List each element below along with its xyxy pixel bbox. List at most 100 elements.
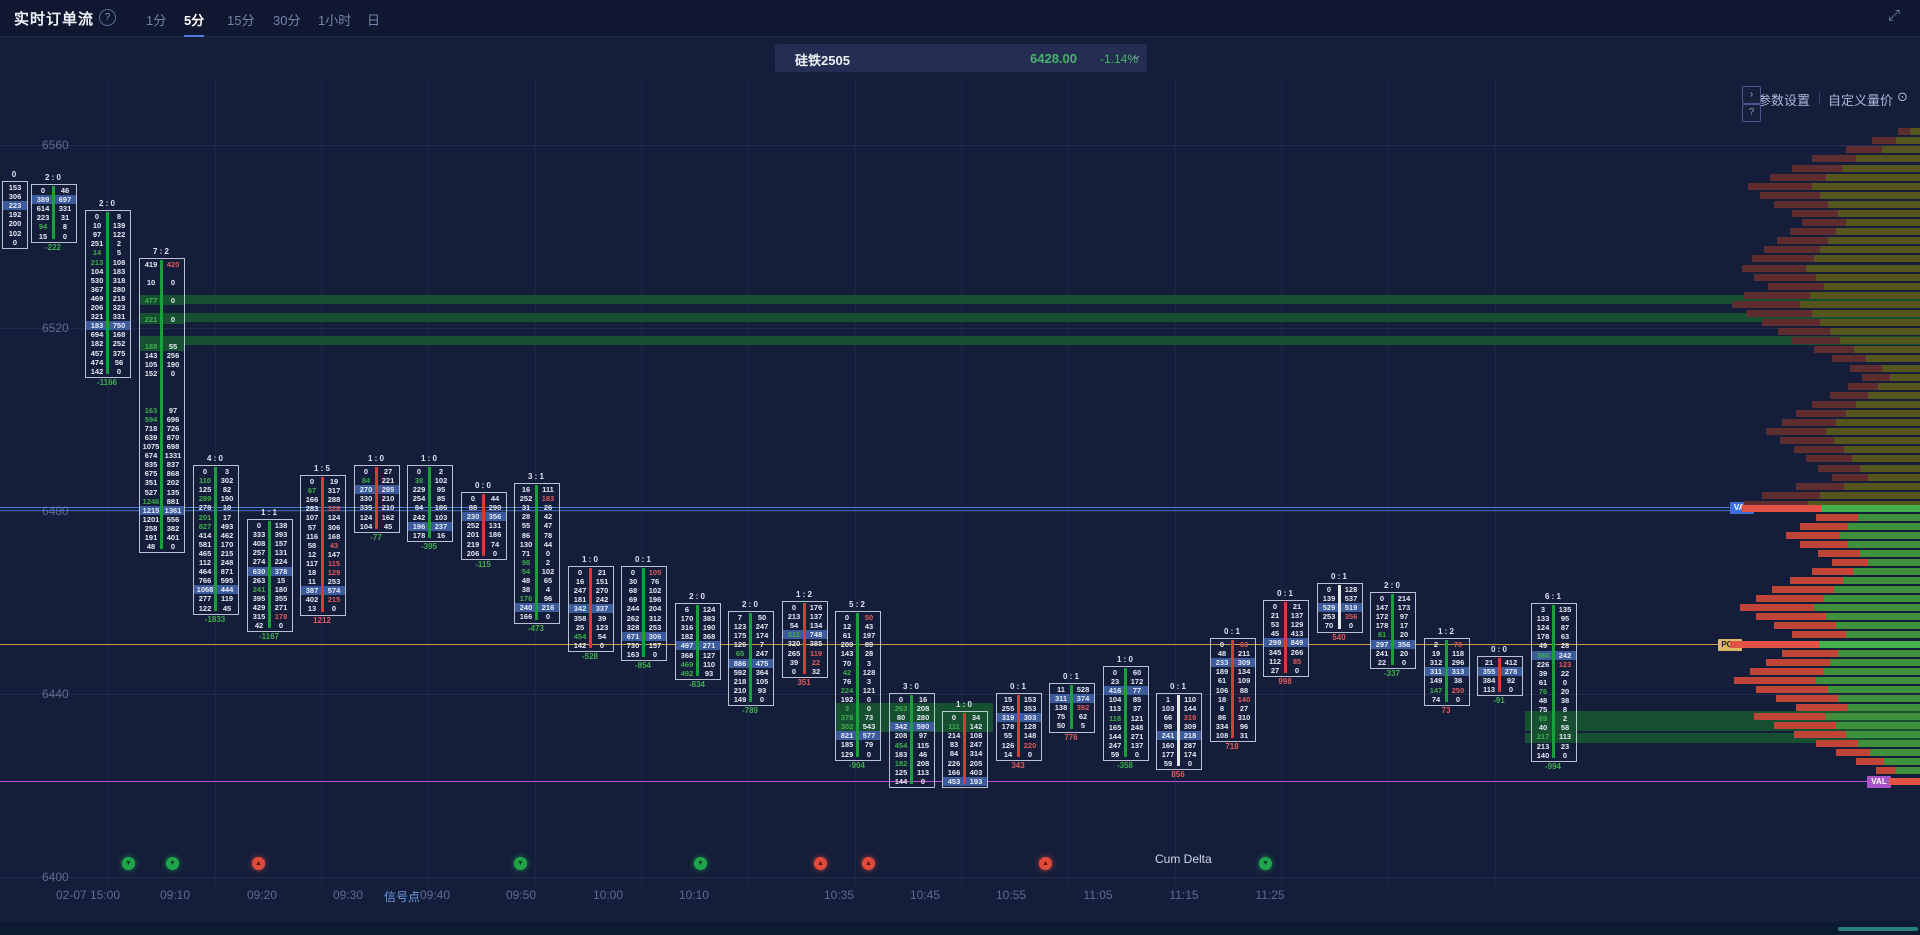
target-icon[interactable]: ⊙	[1897, 89, 1908, 105]
profile-bar-red	[1812, 401, 1856, 408]
ask-volume: 46	[54, 186, 76, 195]
signal-marker-up[interactable]: ▲	[252, 857, 265, 870]
ask-volume: 113	[912, 768, 934, 777]
tab-1hour[interactable]: 1小时	[318, 10, 351, 29]
profile-bar-green	[1868, 559, 1920, 566]
signal-marker-down[interactable]: ▼	[1259, 857, 1272, 870]
profile-bar-red	[1816, 740, 1858, 747]
ask-volume: 318	[108, 276, 130, 285]
column-delta-footer: 540	[1317, 633, 1361, 642]
ask-volume: 148	[1019, 731, 1041, 740]
ask-volume: 868	[162, 469, 184, 478]
ask-volume: 375	[108, 349, 130, 358]
profile-bar-green	[1820, 641, 1920, 648]
imbalance-header: 4 : 0	[193, 454, 237, 463]
ask-volume: 2	[430, 467, 452, 476]
delta-bar	[268, 521, 271, 628]
ask-volume: 73	[1447, 640, 1469, 649]
profile-bar-green	[1800, 301, 1920, 308]
custom-volume-price-button[interactable]: 自定义量价	[1828, 90, 1893, 109]
column-delta-footer: -473	[514, 624, 558, 633]
ask-volume: 26	[537, 503, 559, 512]
signal-point-label[interactable]: 信号点	[384, 888, 420, 905]
profile-bar-green	[1896, 137, 1920, 144]
panel-help-button[interactable]: ?	[1742, 104, 1761, 122]
ask-volume: 110	[698, 660, 720, 669]
profile-bar-red	[1832, 355, 1866, 362]
ask-volume: 205	[965, 759, 987, 768]
delta-bar	[1391, 594, 1394, 665]
profile-bar-green	[1826, 174, 1920, 181]
delta-bar	[856, 613, 859, 757]
column-delta-footer: -222	[31, 243, 75, 252]
tab-15min[interactable]: 15分	[227, 10, 254, 29]
ask-volume: 168	[323, 532, 345, 541]
params-settings-button[interactable]: 参数设置	[1758, 90, 1810, 109]
signal-marker-down[interactable]: ▼	[514, 857, 527, 870]
ask-volume: 31	[54, 213, 76, 222]
delta-bar	[482, 494, 485, 556]
ask-volume: 137	[805, 612, 827, 621]
signal-marker-down[interactable]: ▼	[694, 857, 707, 870]
profile-bar-red	[1782, 419, 1836, 426]
ask-volume: 180	[270, 585, 292, 594]
ask-volume: 0	[270, 621, 292, 630]
imbalance-header: 2 : 0	[675, 592, 719, 601]
ask-volume: 4	[537, 585, 559, 594]
tab-day[interactable]: 日	[367, 10, 380, 29]
profile-bar-red	[1742, 505, 1822, 512]
help-icon[interactable]: ?	[99, 9, 116, 26]
time-axis-label: 11:25	[1255, 888, 1284, 902]
signal-marker-down[interactable]: ▼	[166, 857, 179, 870]
horizontal-scrollbar[interactable]	[1838, 927, 1918, 931]
profile-bar-red	[1856, 758, 1884, 765]
chevron-down-icon[interactable]: ⌄	[1131, 47, 1142, 63]
ask-volume: 210	[377, 503, 399, 512]
fullscreen-icon[interactable]: ⤢	[1888, 7, 1900, 24]
imbalance-header: 5 : 2	[835, 600, 879, 609]
ask-volume: 115	[323, 559, 345, 568]
ask-volume: 331	[108, 312, 130, 321]
ask-volume: 221	[377, 476, 399, 485]
ask-volume: 314	[965, 749, 987, 758]
ask-volume: 119	[805, 649, 827, 658]
ask-volume: 93	[698, 669, 720, 678]
bid-volume: 306	[3, 192, 27, 201]
footprint-column[interactable]: 1533062231922001020	[2, 181, 28, 249]
ask-volume: 0	[1500, 685, 1522, 694]
tab-5min[interactable]: 5分	[184, 10, 204, 29]
ask-volume: 105	[644, 568, 666, 577]
ask-volume: 123	[591, 623, 613, 632]
profile-bar-red	[1832, 474, 1868, 481]
profile-bar-red	[1848, 383, 1878, 390]
symbol-selector[interactable]: 硅铁2505 6428.00 -1.14% ⌄	[775, 44, 1147, 72]
ask-volume: 382	[162, 524, 184, 533]
price-axis-label: 6400	[42, 870, 69, 884]
ask-volume: 356	[484, 512, 506, 521]
ask-volume: 95	[1554, 614, 1576, 623]
time-axis-label: 11:15	[1169, 888, 1198, 902]
ask-volume: 16	[430, 531, 452, 540]
ask-volume: 102	[430, 476, 452, 485]
column-delta-footer: 73	[1424, 706, 1468, 715]
ask-volume: 0	[1286, 666, 1308, 675]
tab-1min[interactable]: 1分	[146, 10, 166, 29]
tab-30min[interactable]: 30分	[273, 10, 300, 29]
ask-volume: 17	[216, 513, 238, 522]
time-gridline	[1281, 80, 1282, 886]
profile-bar-red	[1792, 337, 1840, 344]
expand-panel-button[interactable]: ›	[1742, 86, 1761, 104]
ask-volume: 256	[162, 351, 184, 360]
profile-bar-green	[1844, 483, 1920, 490]
signal-marker-up[interactable]: ▲	[1039, 857, 1052, 870]
ask-volume: 88	[1233, 686, 1255, 695]
profile-bar-red	[1760, 192, 1820, 199]
profile-bar-red	[1830, 392, 1868, 399]
ask-volume: 871	[216, 567, 238, 576]
signal-marker-up[interactable]: ▲	[814, 857, 827, 870]
signal-marker-up[interactable]: ▲	[862, 857, 875, 870]
signal-marker-down[interactable]: ▼	[122, 857, 135, 870]
ask-volume: 2	[537, 558, 559, 567]
profile-bar-red	[1766, 428, 1826, 435]
ask-volume: 22	[805, 658, 827, 667]
